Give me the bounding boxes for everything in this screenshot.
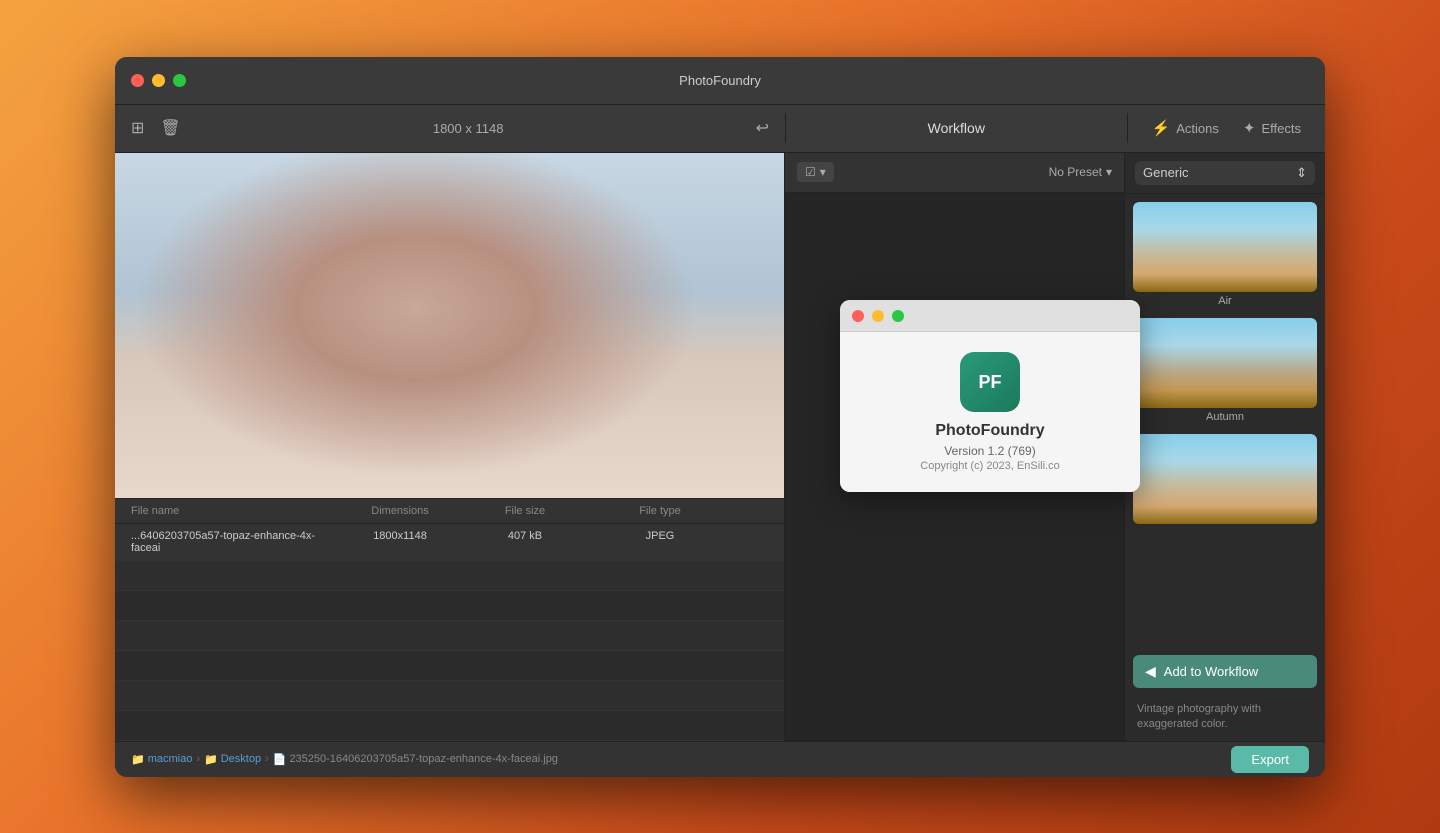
about-version: Version 1.2 (769): [944, 444, 1035, 458]
effect-thumbnail-third: [1133, 434, 1317, 524]
col-header-dimensions: Dimensions: [335, 505, 465, 517]
add-arrow-icon: ◀: [1145, 663, 1156, 680]
actions-tab[interactable]: ⚡ Actions: [1152, 119, 1219, 137]
breadcrumb-folder1: 📁 macmiao: [131, 753, 192, 766]
about-content: PF PhotoFoundry Version 1.2 (769) Copyri…: [840, 332, 1140, 492]
breadcrumb: 📁 macmiao › 📁 Desktop › 📄 235250-1640620…: [131, 753, 558, 766]
breadcrumb-sep-2: ›: [265, 753, 269, 765]
title-bar: PhotoFoundry: [115, 57, 1325, 105]
about-title-bar: [840, 300, 1140, 332]
minimize-button[interactable]: [152, 74, 165, 87]
effect-label-autumn: Autumn: [1133, 408, 1317, 426]
empty-rows: [115, 561, 784, 741]
empty-row: [115, 681, 784, 711]
add-to-workflow-button[interactable]: ◀ Add to Workflow: [1133, 655, 1317, 688]
chevron-down-icon: ▾: [820, 165, 826, 179]
table-row[interactable]: ...6406203705a57-topaz-enhance-4x-faceai…: [115, 524, 784, 561]
effects-label: Effects: [1261, 121, 1301, 136]
fullscreen-button[interactable]: [173, 74, 186, 87]
about-minimize-button[interactable]: [872, 310, 884, 322]
breadcrumb-file: 📄 235250-16406203705a57-topaz-enhance-4x…: [273, 753, 558, 766]
about-app-icon: PF: [960, 352, 1020, 412]
empty-row: [115, 651, 784, 681]
about-icon-initials: PF: [978, 372, 1001, 393]
effect-label-third: [1133, 524, 1317, 530]
image-preview: [115, 153, 784, 498]
close-button[interactable]: [131, 74, 144, 87]
folder2-icon: 📁: [204, 753, 218, 766]
effect-thumbnail-air: [1133, 202, 1317, 292]
main-content: File name Dimensions File size File type…: [115, 153, 1325, 741]
copy-icon[interactable]: ⊞: [131, 118, 144, 138]
actions-label: Actions: [1176, 121, 1219, 136]
about-close-button[interactable]: [852, 310, 864, 322]
workflow-toolbar: ☑ ▾ No Preset ▾: [785, 153, 1124, 193]
checkbox-icon: ☑: [805, 165, 816, 179]
export-button[interactable]: Export: [1231, 746, 1309, 773]
effect-item-third[interactable]: [1133, 434, 1317, 530]
preset-label: No Preset: [1049, 165, 1102, 179]
add-workflow-label: Add to Workflow: [1164, 664, 1258, 679]
photo-canvas: [115, 153, 784, 498]
file-name: ...6406203705a57-topaz-enhance-4x-faceai: [115, 530, 335, 554]
col-header-type: File type: [585, 505, 735, 517]
workflow-section: Workflow: [786, 120, 1127, 136]
bottom-bar: 📁 macmiao › 📁 Desktop › 📄 235250-1640620…: [115, 741, 1325, 777]
traffic-lights: [115, 74, 186, 87]
empty-row: [115, 561, 784, 591]
preset-chevron-icon: ▾: [1106, 165, 1112, 179]
effects-tab[interactable]: ✦ Effects: [1243, 119, 1301, 137]
right-panel: Generic ⇕ Air Autumn ◀: [1125, 153, 1325, 741]
image-dimensions: 1800 x 1148: [197, 121, 740, 136]
effect-label-air: Air: [1133, 292, 1317, 310]
file-icon: 📄: [273, 753, 287, 766]
file-dimensions: 1800x1148: [335, 530, 465, 554]
folder-icon: 📁: [131, 753, 145, 766]
about-fullscreen-button[interactable]: [892, 310, 904, 322]
breadcrumb-folder1-label: macmiao: [148, 753, 193, 765]
col-header-size: File size: [465, 505, 585, 517]
effects-dropdown-inner[interactable]: Generic ⇕: [1135, 161, 1315, 185]
effect-item-autumn[interactable]: Autumn: [1133, 318, 1317, 426]
photo-subject: [115, 153, 784, 498]
left-panel: File name Dimensions File size File type…: [115, 153, 785, 741]
window-title: PhotoFoundry: [679, 73, 761, 88]
effects-category-dropdown[interactable]: Generic ⇕: [1125, 153, 1325, 194]
toolbar-actions: ⚡ Actions ✦ Effects: [1128, 119, 1325, 137]
col-header-name: File name: [115, 505, 335, 517]
effects-list: Air Autumn: [1125, 194, 1325, 647]
dropdown-chevron-icon: ⇕: [1296, 165, 1307, 181]
about-app-name: PhotoFoundry: [935, 422, 1044, 440]
workflow-select-button[interactable]: ☑ ▾: [797, 162, 834, 182]
preset-selector[interactable]: No Preset ▾: [1049, 165, 1112, 179]
effect-thumbnail-autumn: [1133, 318, 1317, 408]
delete-icon[interactable]: 🗑: [160, 118, 180, 138]
empty-row: [115, 591, 784, 621]
file-size: 407 kB: [465, 530, 585, 554]
effects-category-label: Generic: [1143, 165, 1189, 180]
app-window: PhotoFoundry ⊞ 🗑 1800 x 1148 ↩ Workflow …: [115, 57, 1325, 777]
effect-item-air[interactable]: Air: [1133, 202, 1317, 310]
about-popup: PF PhotoFoundry Version 1.2 (769) Copyri…: [840, 300, 1140, 492]
empty-row: [115, 711, 784, 741]
empty-row: [115, 621, 784, 651]
breadcrumb-folder2-label: Desktop: [221, 753, 261, 765]
file-table-header: File name Dimensions File size File type: [115, 499, 784, 524]
breadcrumb-file-label: 235250-16406203705a57-topaz-enhance-4x-f…: [289, 753, 558, 765]
file-table: File name Dimensions File size File type…: [115, 498, 784, 741]
workflow-label: Workflow: [928, 120, 985, 136]
toolbar-left: ⊞ 🗑 1800 x 1148 ↩: [115, 118, 785, 138]
breadcrumb-folder2: 📁 Desktop: [204, 753, 261, 766]
main-toolbar: ⊞ 🗑 1800 x 1148 ↩ Workflow ⚡ Actions ✦ E…: [115, 105, 1325, 153]
breadcrumb-sep-1: ›: [196, 753, 200, 765]
sparkle-icon: ✦: [1243, 119, 1256, 137]
about-copyright: Copyright (c) 2023, EnSili.co: [920, 460, 1059, 472]
effect-description: Vintage photography with exaggerated col…: [1125, 696, 1325, 741]
lightning-icon: ⚡: [1152, 119, 1171, 137]
back-icon[interactable]: ↩: [756, 118, 769, 138]
file-type: JPEG: [585, 530, 735, 554]
